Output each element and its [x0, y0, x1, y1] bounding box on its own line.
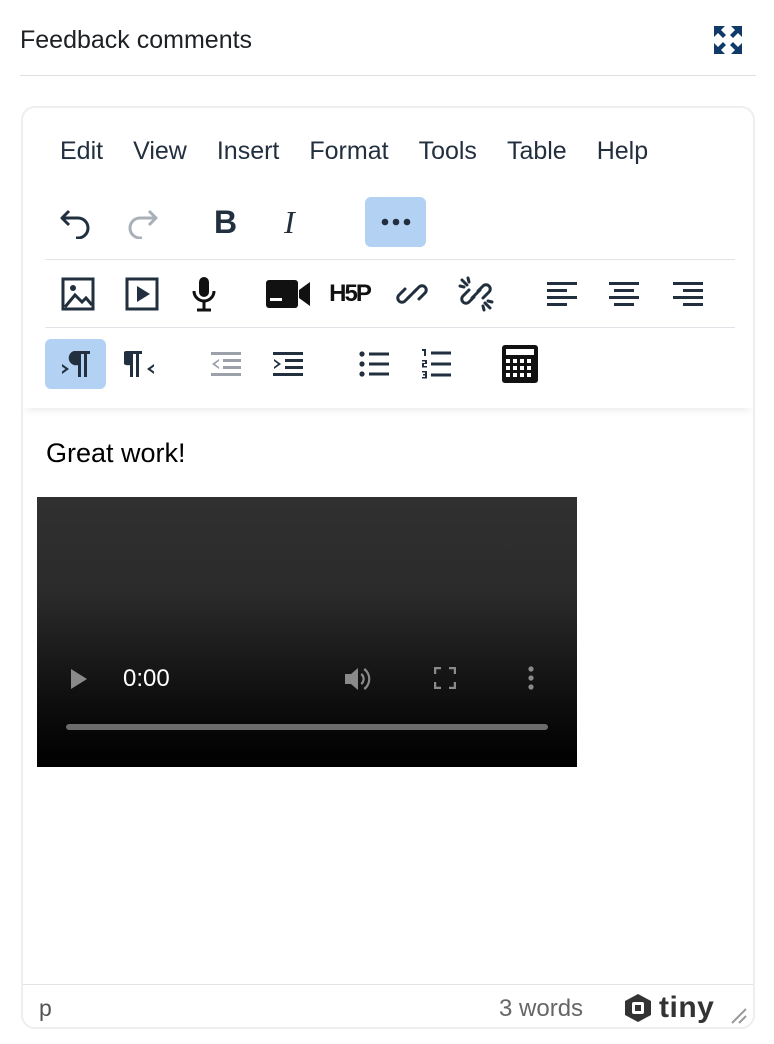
menubar: Edit View Insert Format Tools Table Help — [45, 131, 663, 171]
video-progress-bar[interactable] — [66, 724, 548, 730]
calculator-button[interactable] — [489, 339, 550, 389]
editor-content[interactable]: Great work! 0:00 — [23, 408, 753, 984]
ltr-direction-icon — [61, 351, 90, 377]
unlink-icon — [458, 276, 493, 312]
media-icon — [125, 277, 158, 311]
image-icon — [61, 277, 94, 311]
menu-edit[interactable]: Edit — [45, 131, 118, 171]
video-menu-icon[interactable] — [527, 665, 535, 691]
insert-media-button[interactable] — [111, 269, 172, 319]
word-count[interactable]: 3 words — [499, 995, 583, 1023]
align-right-button[interactable] — [657, 269, 718, 319]
numbered-list-button[interactable] — [405, 339, 466, 389]
volume-icon[interactable] — [343, 665, 375, 693]
video-time: 0:00 — [123, 665, 170, 692]
align-left-button[interactable] — [531, 269, 592, 319]
redo-icon — [128, 209, 157, 239]
menu-insert[interactable]: Insert — [202, 131, 295, 171]
microphone-icon — [192, 277, 215, 312]
bold-icon: B — [213, 203, 238, 240]
italic-icon: I — [284, 203, 295, 240]
align-right-icon — [672, 282, 703, 306]
redo-button[interactable] — [111, 197, 172, 247]
more-options-icon — [381, 218, 410, 226]
menu-view[interactable]: View — [118, 131, 202, 171]
menu-tools[interactable]: Tools — [404, 131, 492, 171]
align-center-button[interactable] — [593, 269, 654, 319]
more-options-button[interactable] — [365, 197, 426, 247]
indent-icon — [272, 352, 303, 376]
tiny-brand: tiny — [659, 991, 715, 1024]
embedded-video[interactable]: 0:00 — [37, 497, 577, 767]
statusbar: p 3 words tiny — [23, 984, 753, 1027]
tiny-icon — [625, 994, 651, 1022]
indent-button[interactable] — [257, 339, 318, 389]
tiny-logo[interactable]: tiny — [623, 991, 714, 1025]
expand-arrows-icon[interactable] — [714, 26, 742, 54]
link-icon — [395, 284, 428, 304]
undo-icon — [60, 209, 89, 239]
insert-image-button[interactable] — [47, 269, 108, 319]
bullet-list-icon — [358, 351, 389, 377]
play-icon[interactable] — [69, 667, 89, 691]
record-audio-button[interactable] — [173, 269, 234, 319]
align-left-icon — [546, 282, 577, 306]
rich-text-editor: Edit View Insert Format Tools Table Help — [21, 106, 755, 1029]
numbered-list-icon — [421, 349, 451, 379]
calculator-icon — [501, 345, 538, 383]
element-path[interactable]: p — [39, 995, 52, 1022]
panel-header: Feedback comments — [20, 0, 756, 76]
menu-help[interactable]: Help — [582, 131, 663, 171]
toolbar-row-1: B I — [45, 192, 735, 260]
outdent-icon — [210, 352, 241, 376]
panel-title: Feedback comments — [20, 26, 253, 54]
bold-button[interactable]: B — [195, 197, 256, 247]
content-paragraph[interactable]: Great work! — [46, 438, 186, 469]
video-camera-icon — [265, 280, 310, 308]
insert-link-button[interactable] — [381, 269, 442, 319]
italic-button[interactable]: I — [259, 197, 320, 247]
rtl-direction-icon — [123, 351, 154, 377]
unlink-button[interactable] — [445, 269, 506, 319]
ltr-direction-button[interactable] — [45, 339, 106, 389]
outdent-button[interactable] — [195, 339, 256, 389]
h5p-icon: H5P — [329, 280, 372, 307]
toolbar-row-3 — [45, 330, 735, 398]
toolbar-row-2: H5P — [45, 260, 735, 328]
menu-table[interactable]: Table — [492, 131, 582, 171]
editor-header: Edit View Insert Format Tools Table Help — [23, 108, 753, 408]
undo-button[interactable] — [45, 197, 106, 247]
fullscreen-icon[interactable] — [434, 667, 456, 689]
bullet-list-button[interactable] — [343, 339, 404, 389]
menu-format[interactable]: Format — [294, 131, 403, 171]
insert-h5p-button[interactable]: H5P — [319, 269, 380, 319]
rtl-direction-button[interactable] — [109, 339, 170, 389]
record-video-button[interactable] — [257, 269, 318, 319]
align-center-icon — [608, 282, 639, 306]
resize-handle-icon[interactable] — [730, 1007, 748, 1025]
